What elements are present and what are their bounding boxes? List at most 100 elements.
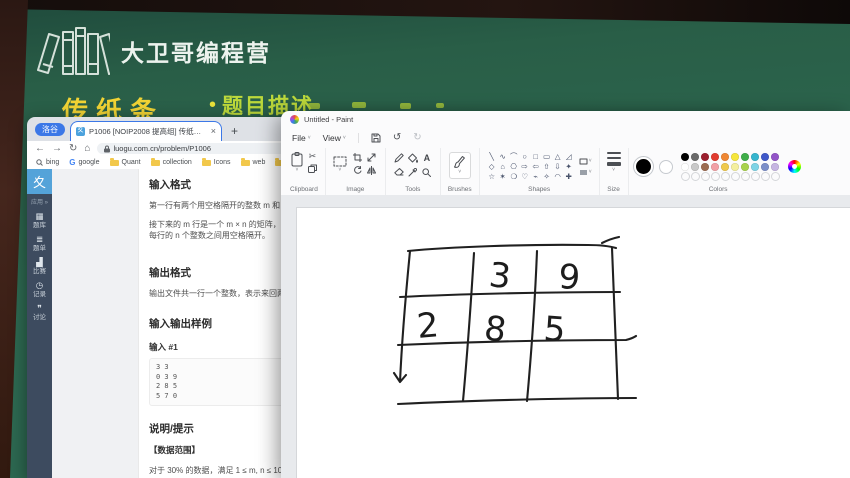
- books-icon: [30, 20, 110, 78]
- bookmark-folder-icons[interactable]: Icons: [202, 159, 231, 166]
- palette-swatch[interactable]: [751, 163, 759, 171]
- home-icon[interactable]: ⌂: [84, 144, 90, 154]
- reload-icon[interactable]: ↻: [69, 144, 77, 154]
- brushes-button[interactable]: ˅: [449, 152, 471, 179]
- palette-swatch[interactable]: [711, 163, 719, 171]
- cell-digit: 3: [487, 255, 513, 297]
- luogu-logo[interactable]: 夊: [27, 169, 52, 194]
- back-icon[interactable]: ←: [35, 144, 45, 154]
- palette-empty-slot[interactable]: [741, 172, 750, 181]
- text-tool-icon[interactable]: A: [424, 153, 431, 163]
- palette-swatch[interactable]: [701, 163, 709, 171]
- sidebar-item-problemset[interactable]: ▦ 题库: [33, 212, 46, 229]
- palette-empty-slot[interactable]: [731, 172, 740, 181]
- chevron-down-icon: ˅: [308, 135, 311, 141]
- hand-drawn-grid-sketch: 3 9 2 8 5: [388, 232, 648, 417]
- size-dropdown[interactable]: ˅: [607, 152, 621, 173]
- palette-swatch[interactable]: [771, 163, 779, 171]
- palette-swatch[interactable]: [721, 163, 729, 171]
- palette-swatch[interactable]: [681, 153, 689, 161]
- color1-well[interactable]: [636, 159, 651, 174]
- sidebar-expand[interactable]: 应用 »: [31, 197, 48, 206]
- flip-icon[interactable]: [367, 166, 376, 175]
- bullet-icon: •: [209, 95, 216, 115]
- palette-empty-slot[interactable]: [711, 172, 720, 181]
- palette-swatch[interactable]: [691, 153, 699, 161]
- select-icon[interactable]: [333, 156, 347, 167]
- tab-group-label[interactable]: 洛谷: [35, 123, 65, 136]
- menu-file[interactable]: File˅: [292, 133, 311, 143]
- group-size: ˅ Size: [600, 148, 629, 195]
- divider: [358, 133, 359, 143]
- shape-outline-dropdown[interactable]: ˅: [579, 158, 592, 165]
- chevron-down-icon: ˅: [589, 170, 592, 175]
- palette-swatch[interactable]: [751, 153, 759, 161]
- rotate-icon[interactable]: [353, 166, 362, 175]
- pencil-icon[interactable]: [394, 153, 404, 163]
- folder-icon: [202, 160, 211, 166]
- palette-empty-slot[interactable]: [721, 172, 730, 181]
- palette-swatch[interactable]: [761, 163, 769, 171]
- cell-digit: 9: [558, 257, 582, 298]
- palette-swatch[interactable]: [741, 163, 749, 171]
- folder-icon: [241, 160, 250, 166]
- resize-icon[interactable]: [367, 153, 376, 162]
- palette-swatch[interactable]: [691, 163, 699, 171]
- shape-fill-dropdown[interactable]: ˅: [579, 169, 592, 176]
- color2-well[interactable]: [659, 160, 673, 174]
- palette-swatch[interactable]: [701, 153, 709, 161]
- edit-colors-wheel-icon[interactable]: [788, 160, 801, 173]
- menu-view[interactable]: View˅: [323, 133, 346, 143]
- sidebar-item-problemlist[interactable]: ≣ 题单: [33, 235, 46, 252]
- bookmark-bing[interactable]: bing: [36, 159, 59, 166]
- bookmark-folder-web[interactable]: web: [241, 159, 266, 166]
- fill-icon: [579, 169, 588, 176]
- cut-icon[interactable]: ✂: [309, 152, 317, 161]
- palette-empty-slot[interactable]: [771, 172, 780, 181]
- palette-swatch[interactable]: [731, 163, 739, 171]
- palette-empty-slot[interactable]: [701, 172, 710, 181]
- palette-swatch[interactable]: [761, 153, 769, 161]
- palette-swatch[interactable]: [741, 153, 749, 161]
- forward-icon[interactable]: →: [52, 144, 62, 154]
- bookmark-folder-collection[interactable]: collection: [151, 159, 192, 166]
- chalk-text-speck: [400, 103, 411, 109]
- palette-swatch[interactable]: [731, 153, 739, 161]
- group-shapes: ╲∿ ⌒○ □▭ △◿ ◇⌂ ⎔⇨ ⇦⇧ ⇩✦ ☆✶ ❍♡ ⌁✧ ◠✚: [480, 148, 600, 195]
- palette-swatch[interactable]: [721, 153, 729, 161]
- undo-icon[interactable]: ↺: [393, 133, 401, 143]
- copy-icon[interactable]: [308, 164, 317, 173]
- grid-line-v4: [612, 248, 618, 399]
- new-tab-button[interactable]: +: [231, 125, 238, 137]
- paste-icon[interactable]: [291, 152, 303, 167]
- bookmark-google[interactable]: G google: [69, 158, 99, 167]
- sidebar-item-discuss[interactable]: ❞ 讨论: [33, 304, 46, 321]
- luogu-sidebar: 应用 » ▦ 题库 ≣ 题单 ▟ 比赛 ◷ 记录 ❞ 讨论: [27, 194, 52, 478]
- problemset-icon: ▦: [35, 212, 43, 221]
- redo-icon[interactable]: ↻: [413, 133, 421, 143]
- palette-empty-slot[interactable]: [691, 172, 700, 181]
- sidebar-item-records[interactable]: ◷ 记录: [33, 281, 46, 298]
- grid-corner-flick: [602, 237, 619, 243]
- palette-swatch[interactable]: [681, 163, 689, 171]
- tab-close-icon[interactable]: ×: [211, 127, 216, 136]
- palette-swatch[interactable]: [771, 153, 779, 161]
- grid-line-h2: [400, 292, 620, 297]
- bookmark-folder-quant[interactable]: Quant: [110, 159, 141, 166]
- paint-ribbon: ˅ ✂ Clipboard: [281, 148, 850, 196]
- grid-line-v2: [463, 253, 474, 401]
- sidebar-item-contest[interactable]: ▟ 比赛: [33, 258, 46, 275]
- save-icon[interactable]: [371, 133, 381, 143]
- brush-icon: [454, 156, 465, 169]
- shapes-grid[interactable]: ╲∿ ⌒○ □▭ △◿ ◇⌂ ⎔⇨ ⇦⇧ ⇩✦ ☆✶ ❍♡ ⌁✧ ◠✚: [487, 152, 574, 181]
- eyedropper-icon[interactable]: [408, 168, 417, 177]
- crop-icon[interactable]: [353, 153, 362, 162]
- palette-empty-slot[interactable]: [761, 172, 770, 181]
- palette-swatch[interactable]: [711, 153, 719, 161]
- palette-empty-slot[interactable]: [751, 172, 760, 181]
- tab-p1006[interactable]: 夊 P1006 [NOIP2008 提高组] 传纸… ×: [70, 121, 222, 141]
- magnifier-icon[interactable]: [422, 168, 431, 177]
- fill-bucket-icon[interactable]: [408, 153, 418, 163]
- palette-empty-slot[interactable]: [681, 172, 690, 181]
- eraser-icon[interactable]: [394, 168, 404, 176]
